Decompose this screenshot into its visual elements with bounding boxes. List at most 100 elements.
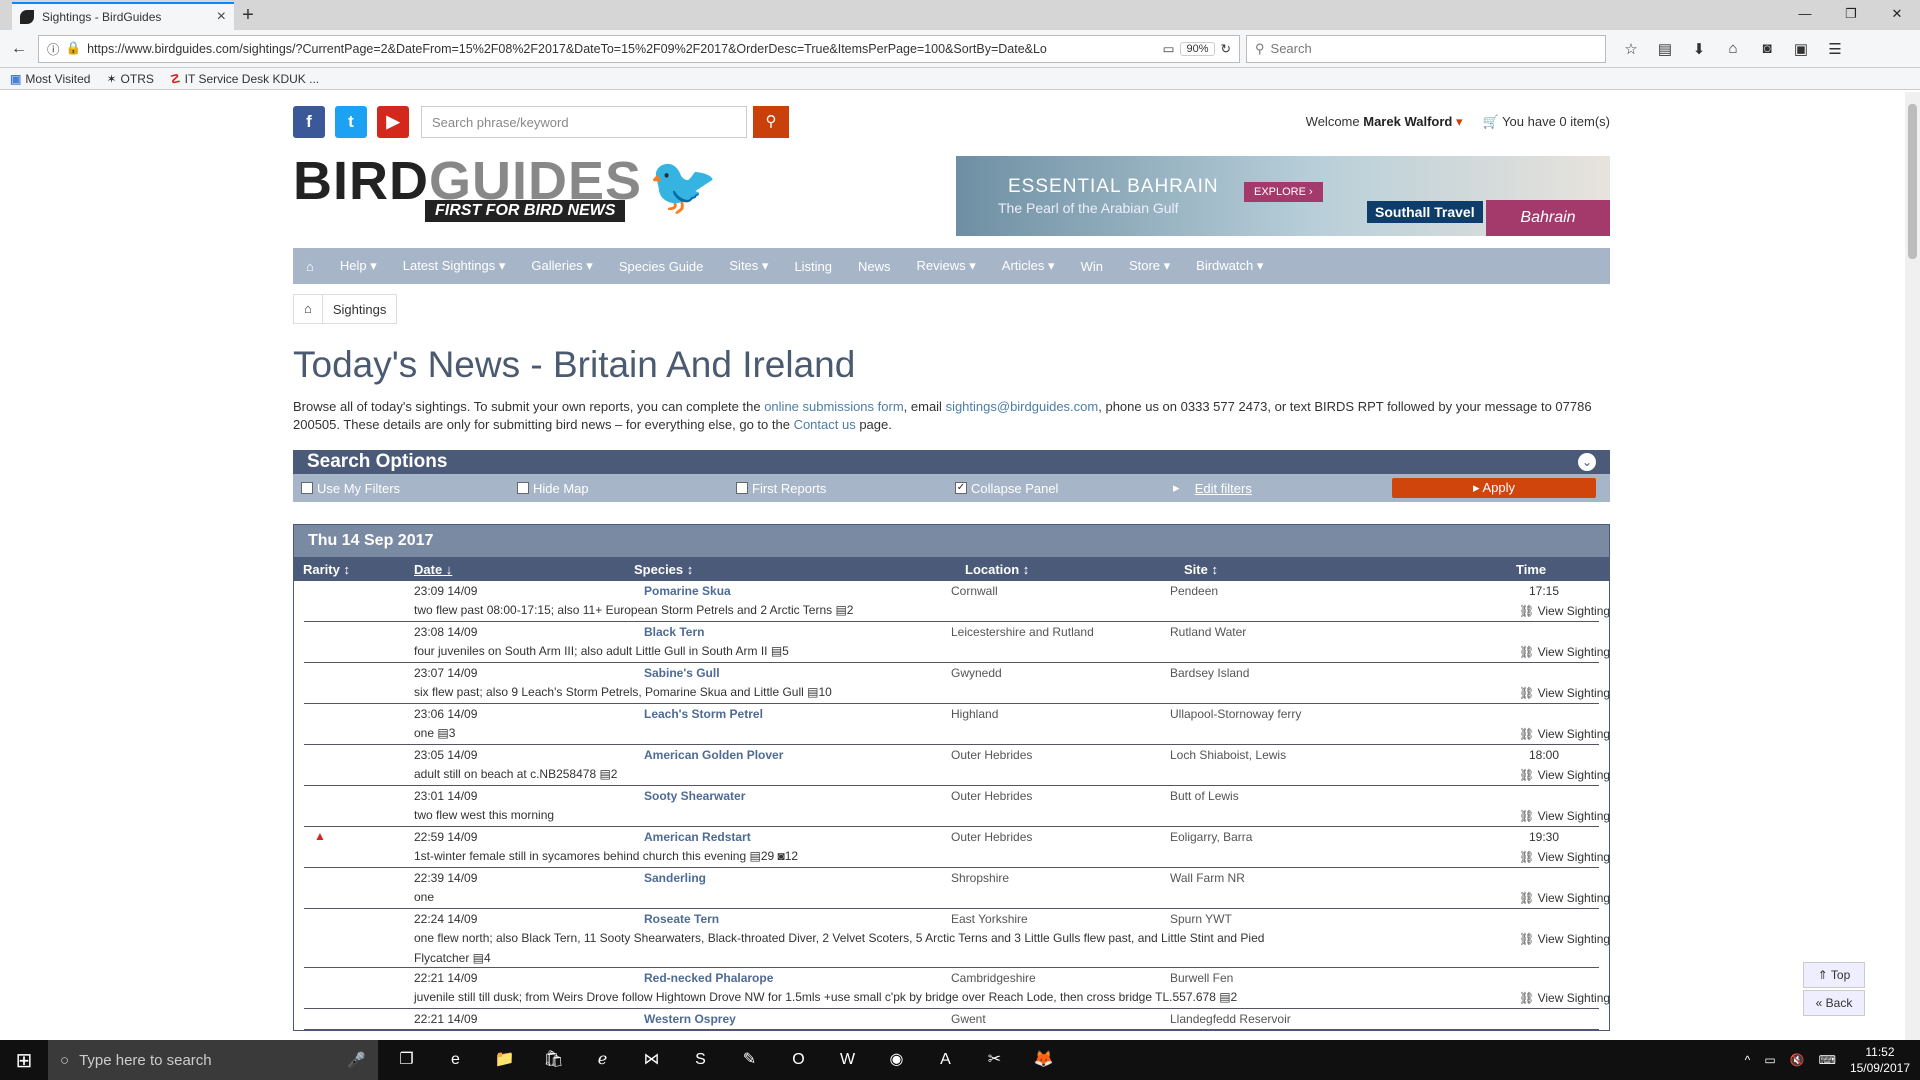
scrollbar-thumb[interactable] bbox=[1908, 104, 1917, 259]
close-tab-icon[interactable]: × bbox=[217, 8, 226, 26]
view-sighting-link[interactable]: ⛓ View Sighting bbox=[1519, 727, 1610, 741]
bookmark-otrs[interactable]: ✶ OTRS bbox=[106, 72, 153, 86]
sighting-species[interactable]: Black Tern bbox=[644, 625, 704, 639]
tray-chevron-icon[interactable]: ^ bbox=[1745, 1053, 1751, 1067]
url-bar[interactable]: ⓘ 🔒 https://www.birdguides.com/sightings… bbox=[38, 34, 1240, 63]
contact-us-link[interactable]: Contact us bbox=[794, 417, 856, 432]
bookmark-it-service-desk[interactable]: ☡ IT Service Desk KDUK ... bbox=[170, 72, 319, 86]
sighting-species[interactable]: American Redstart bbox=[644, 830, 751, 844]
nav-win[interactable]: Win bbox=[1068, 259, 1116, 274]
col-site[interactable]: Site ↕ bbox=[1184, 562, 1218, 577]
view-sighting-link[interactable]: ⛓ View Sighting bbox=[1519, 768, 1610, 782]
cart-status[interactable]: 🛒 You have 0 item(s) bbox=[1483, 114, 1611, 130]
nav-latest-sightings[interactable]: Latest Sightings ▾ bbox=[390, 258, 519, 274]
hide-map-option[interactable]: Hide Map bbox=[517, 481, 736, 496]
col-location[interactable]: Location ↕ bbox=[965, 562, 1029, 577]
birdguides-logo[interactable]: BIRDGUIDES FIRST FOR BIRD NEWS 🐦 bbox=[293, 154, 718, 226]
view-sighting-link[interactable]: ⛓ View Sighting bbox=[1519, 686, 1610, 700]
clock[interactable]: 11:52 15/09/2017 bbox=[1850, 1044, 1910, 1076]
back-arrow-icon[interactable]: ← bbox=[6, 36, 32, 62]
welcome-user[interactable]: Welcome Marek Walford ▾ bbox=[1306, 114, 1463, 130]
collapse-panel-checkbox[interactable]: ✓ bbox=[955, 482, 967, 494]
task-view-icon[interactable]: ❐ bbox=[384, 1040, 429, 1080]
col-species[interactable]: Species ↕ bbox=[634, 562, 693, 577]
view-sighting-link[interactable]: ⛓ View Sighting bbox=[1519, 809, 1610, 823]
nav-store[interactable]: Store ▾ bbox=[1116, 258, 1183, 274]
breadcrumb-sightings[interactable]: Sightings bbox=[323, 302, 396, 317]
site-search-button[interactable]: ⚲ bbox=[753, 106, 789, 138]
library-icon[interactable]: ▤ bbox=[1652, 40, 1678, 58]
reader-view-icon[interactable]: ▭ bbox=[1163, 41, 1175, 56]
volume-icon[interactable]: 🔇 bbox=[1790, 1053, 1805, 1067]
close-window-icon[interactable]: ✕ bbox=[1874, 0, 1920, 30]
use-my-filters-option[interactable]: Use My Filters bbox=[301, 481, 517, 496]
extension-icon[interactable]: ▣ bbox=[1788, 40, 1814, 58]
nav-reviews[interactable]: Reviews ▾ bbox=[904, 258, 989, 274]
facebook-icon[interactable]: f bbox=[293, 106, 325, 138]
chrome-icon[interactable]: ◉ bbox=[874, 1040, 919, 1080]
user-name[interactable]: Marek Walford bbox=[1363, 114, 1452, 129]
nav-galleries[interactable]: Galleries ▾ bbox=[518, 258, 605, 274]
view-sighting-link[interactable]: ⛓ View Sighting bbox=[1519, 645, 1610, 659]
advert-banner[interactable]: ESSENTIAL BAHRAIN The Pearl of the Arabi… bbox=[956, 156, 1610, 236]
sighting-species[interactable]: Red-necked Phalarope bbox=[644, 971, 773, 985]
reload-icon[interactable]: ↻ bbox=[1221, 41, 1231, 56]
info-icon[interactable]: ⓘ bbox=[47, 39, 60, 58]
store-icon[interactable]: 🛍 bbox=[531, 1040, 576, 1080]
apply-button[interactable]: ▸ Apply bbox=[1392, 478, 1596, 498]
browser-tab[interactable]: Sightings - BirdGuides × bbox=[12, 2, 234, 30]
edit-filters-link[interactable]: Edit filters bbox=[1195, 481, 1252, 496]
first-reports-checkbox[interactable] bbox=[736, 482, 748, 494]
ie-icon[interactable]: ℯ bbox=[580, 1040, 625, 1080]
view-sighting-link[interactable]: ⛓ View Sighting bbox=[1519, 991, 1610, 1005]
menu-icon[interactable]: ☰ bbox=[1822, 40, 1848, 58]
sighting-species[interactable]: Sabine's Gull bbox=[644, 666, 720, 680]
nav-birdwatch[interactable]: Birdwatch ▾ bbox=[1183, 258, 1276, 274]
col-rarity[interactable]: Rarity ↕ bbox=[303, 562, 350, 577]
bookmark-star-icon[interactable]: ☆ bbox=[1618, 40, 1644, 58]
visual-studio-icon[interactable]: ⋈ bbox=[629, 1040, 674, 1080]
collapse-panel-option[interactable]: ✓ Collapse Panel bbox=[955, 481, 1173, 496]
view-sighting-link[interactable]: ⛓ View Sighting bbox=[1519, 850, 1610, 864]
restore-icon[interactable]: ❐ bbox=[1828, 0, 1874, 30]
outlook-icon[interactable]: O bbox=[776, 1040, 821, 1080]
bookmark-most-visited[interactable]: ▣ Most Visited bbox=[10, 72, 90, 86]
nav-sites[interactable]: Sites ▾ bbox=[716, 258, 781, 274]
network-icon[interactable]: ▭ bbox=[1764, 1053, 1775, 1067]
skype-icon[interactable]: S bbox=[678, 1040, 723, 1080]
nav-articles[interactable]: Articles ▾ bbox=[989, 258, 1068, 274]
twitter-icon[interactable]: t bbox=[335, 106, 367, 138]
sighting-species[interactable]: Pomarine Skua bbox=[644, 584, 731, 598]
nav-species-guide[interactable]: Species Guide bbox=[606, 259, 717, 274]
minimize-icon[interactable]: — bbox=[1782, 0, 1828, 30]
url-text[interactable]: https://www.birdguides.com/sightings/?Cu… bbox=[87, 42, 1157, 56]
col-date[interactable]: Date ↓ bbox=[414, 562, 452, 577]
sighting-species[interactable]: Leach's Storm Petrel bbox=[644, 707, 763, 721]
caret-down-icon[interactable]: ▾ bbox=[1456, 114, 1463, 129]
view-sighting-link[interactable]: ⛓ View Sighting bbox=[1519, 604, 1610, 618]
word-icon[interactable]: W bbox=[825, 1040, 870, 1080]
chevron-down-icon[interactable]: ⌄ bbox=[1578, 453, 1596, 471]
keyboard-icon[interactable]: ⌨ bbox=[1819, 1053, 1836, 1067]
ad-explore-button[interactable]: EXPLORE › bbox=[1244, 182, 1323, 202]
edit-filters-option[interactable]: ▸ Edit filters bbox=[1173, 480, 1252, 496]
sighting-species[interactable]: Western Osprey bbox=[644, 1012, 736, 1026]
online-submissions-link[interactable]: online submissions form bbox=[764, 399, 903, 414]
home-icon[interactable]: ⌂ bbox=[1720, 40, 1746, 58]
pocket-icon[interactable]: ◙ bbox=[1754, 40, 1780, 58]
top-button[interactable]: ⇑ Top bbox=[1803, 962, 1865, 988]
notes-icon[interactable]: ✎ bbox=[727, 1040, 772, 1080]
sighting-species[interactable]: Sanderling bbox=[644, 871, 706, 885]
sighting-species[interactable]: Sooty Shearwater bbox=[644, 789, 745, 803]
sighting-species[interactable]: American Golden Plover bbox=[644, 748, 783, 762]
nav-home-icon[interactable]: ⌂ bbox=[293, 259, 327, 274]
email-link[interactable]: sightings@birdguides.com bbox=[946, 399, 1099, 414]
file-explorer-icon[interactable]: 📁 bbox=[482, 1040, 527, 1080]
hide-map-checkbox[interactable] bbox=[517, 482, 529, 494]
new-tab-button[interactable]: + bbox=[234, 2, 262, 30]
browser-search-input[interactable]: ⚲ Search bbox=[1246, 34, 1606, 63]
view-sighting-link[interactable]: ⛓ View Sighting bbox=[1519, 891, 1610, 905]
windows-start-icon[interactable]: ⊞ bbox=[0, 1048, 48, 1073]
search-options-header[interactable]: Search Options ⌄ bbox=[293, 450, 1610, 474]
zoom-level[interactable]: 90% bbox=[1180, 41, 1215, 56]
